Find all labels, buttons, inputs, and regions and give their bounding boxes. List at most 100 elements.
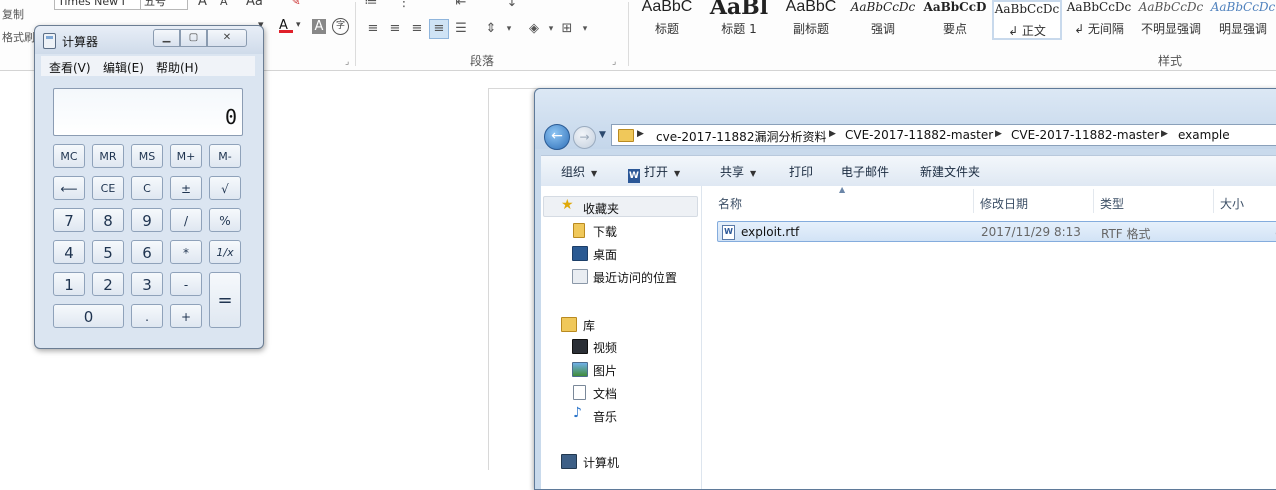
menu-edit[interactable]: 编辑(E) bbox=[103, 59, 144, 76]
breadcrumb-arrow-icon[interactable]: ▶ bbox=[1161, 129, 1168, 139]
close-button[interactable]: ✕ bbox=[207, 29, 247, 47]
percent-button[interactable]: % bbox=[209, 208, 241, 232]
nav-pictures[interactable]: 图片 bbox=[593, 362, 617, 379]
plus-minus-button[interactable]: ± bbox=[170, 176, 202, 200]
minimize-button[interactable]: ▁ bbox=[153, 29, 180, 47]
distributed-icon[interactable]: ☰ bbox=[452, 20, 470, 38]
address-bar[interactable]: ▶ cve-2017-11882漏洞分析资料 ▶ CVE-2017-11882-… bbox=[611, 124, 1276, 146]
ms-button[interactable]: MS bbox=[131, 144, 163, 168]
column-header-type[interactable]: 类型 bbox=[1100, 195, 1124, 212]
numbering-icon[interactable]: ⋮ bbox=[395, 0, 413, 12]
digit-0-button[interactable]: 0 bbox=[53, 304, 124, 328]
nav-libraries[interactable]: 库 bbox=[583, 317, 595, 334]
decrease-indent-icon[interactable]: ⇤ bbox=[452, 0, 470, 12]
breadcrumb-arrow-icon[interactable]: ▶ bbox=[829, 129, 836, 139]
divide-button[interactable]: / bbox=[170, 208, 202, 232]
sort-icon[interactable]: ↕ bbox=[503, 0, 521, 12]
ce-button[interactable]: CE bbox=[92, 176, 124, 200]
style-intense-emphasis[interactable]: AaBbCcDc 明显强调 bbox=[1208, 0, 1276, 40]
style-subtitle[interactable]: AaBbC 副标题 bbox=[776, 0, 846, 40]
history-dropdown-icon[interactable]: ▼ bbox=[599, 130, 606, 140]
bullets-icon[interactable]: ≔ bbox=[362, 0, 380, 12]
calculator-titlebar[interactable]: 计算器 ▁ ▢ ✕ bbox=[35, 26, 263, 54]
column-separator[interactable] bbox=[1213, 189, 1214, 213]
m-minus-button[interactable]: M- bbox=[209, 144, 241, 168]
shrink-font-icon[interactable]: A bbox=[220, 0, 228, 8]
column-header-modified[interactable]: 修改日期 bbox=[980, 195, 1028, 212]
char-shading-icon[interactable]: A bbox=[312, 19, 326, 34]
digit-7-button[interactable]: 7 bbox=[53, 208, 85, 232]
clear-format-icon[interactable]: ✎ bbox=[290, 0, 301, 9]
nav-videos[interactable]: 视频 bbox=[593, 339, 617, 356]
style-heading[interactable]: AaBbC 标题 bbox=[632, 0, 702, 40]
column-separator[interactable] bbox=[973, 189, 974, 213]
align-right-icon[interactable]: ≡ bbox=[408, 20, 426, 38]
digit-4-button[interactable]: 4 bbox=[53, 240, 85, 264]
line-spacing-icon[interactable]: ⇕ bbox=[482, 20, 500, 38]
paragraph-dialog-launcher-icon[interactable]: ⌟ bbox=[612, 57, 616, 67]
decimal-button[interactable]: . bbox=[131, 304, 163, 328]
digit-2-button[interactable]: 2 bbox=[92, 272, 124, 296]
breadcrumb-item[interactable]: example bbox=[1178, 128, 1230, 142]
subtract-button[interactable]: - bbox=[170, 272, 202, 296]
reciprocal-button[interactable]: 1/x bbox=[209, 240, 241, 264]
maximize-button[interactable]: ▢ bbox=[180, 29, 207, 47]
column-separator[interactable] bbox=[1093, 189, 1094, 213]
style-heading-1[interactable]: AaBl 标题 1 bbox=[704, 0, 774, 40]
column-header-name[interactable]: 名称 bbox=[718, 195, 742, 212]
forward-arrow-icon[interactable]: → bbox=[573, 126, 596, 149]
breadcrumb-arrow-icon[interactable]: ▶ bbox=[995, 129, 1002, 139]
breadcrumb-arrow-icon[interactable]: ▶ bbox=[637, 129, 644, 139]
equals-button[interactable]: = bbox=[209, 272, 241, 328]
borders-icon[interactable]: ⊞ bbox=[558, 20, 576, 38]
table-row[interactable]: W exploit.rtf 2017/11/29 8:13 RTF 格式 8 K bbox=[717, 221, 1276, 242]
enclose-char-icon[interactable]: 字 bbox=[332, 18, 349, 35]
font-size-box[interactable]: 五号 bbox=[140, 0, 188, 10]
borders-dropdown-icon[interactable]: ▾ bbox=[576, 20, 594, 38]
organize-button[interactable]: 组织 ▼ bbox=[561, 163, 597, 180]
font-color-dropdown-icon[interactable]: ▾ bbox=[296, 20, 301, 30]
menu-view[interactable]: 查看(V) bbox=[49, 59, 91, 76]
add-button[interactable]: + bbox=[170, 304, 202, 328]
digit-8-button[interactable]: 8 bbox=[92, 208, 124, 232]
nav-documents[interactable]: 文档 bbox=[593, 385, 617, 402]
open-button[interactable]: W 打开 ▼ bbox=[628, 163, 680, 183]
line-spacing-dropdown-icon[interactable]: ▾ bbox=[500, 20, 518, 38]
mr-button[interactable]: MR bbox=[92, 144, 124, 168]
multiply-button[interactable]: * bbox=[170, 240, 202, 264]
back-arrow-icon[interactable]: ← bbox=[544, 124, 570, 150]
align-center-icon[interactable]: ≡ bbox=[386, 20, 404, 38]
style-strong[interactable]: AaBbCcD 要点 bbox=[920, 0, 990, 40]
shading-icon[interactable]: ◈ bbox=[525, 20, 543, 38]
style-normal[interactable]: AaBbCcDc ↲ 正文 bbox=[992, 0, 1062, 40]
print-button[interactable]: 打印 bbox=[789, 163, 813, 180]
align-left-icon[interactable]: ≡ bbox=[364, 20, 382, 38]
c-button[interactable]: C bbox=[131, 176, 163, 200]
mc-button[interactable]: MC bbox=[53, 144, 85, 168]
nav-favorites[interactable]: 收藏夹 bbox=[583, 200, 619, 217]
email-button[interactable]: 电子邮件 bbox=[841, 163, 889, 180]
new-folder-button[interactable]: 新建文件夹 bbox=[920, 163, 980, 180]
share-button[interactable]: 共享 ▼ bbox=[720, 163, 756, 180]
breadcrumb-item[interactable]: cve-2017-11882漏洞分析资料 bbox=[656, 128, 826, 145]
font-color-icon[interactable]: A bbox=[279, 18, 293, 33]
digit-1-button[interactable]: 1 bbox=[53, 272, 85, 296]
change-case-icon[interactable]: Aa bbox=[246, 0, 263, 9]
nav-recent-places[interactable]: 最近访问的位置 bbox=[593, 269, 677, 286]
grow-font-icon[interactable]: A bbox=[198, 0, 207, 9]
digit-6-button[interactable]: 6 bbox=[131, 240, 163, 264]
m-plus-button[interactable]: M+ bbox=[170, 144, 202, 168]
nav-downloads[interactable]: 下载 bbox=[593, 223, 617, 240]
menu-help[interactable]: 帮助(H) bbox=[156, 59, 198, 76]
format-painter-button[interactable]: 格式刷 bbox=[2, 29, 35, 45]
justify-icon[interactable]: ≡ bbox=[429, 19, 449, 39]
backspace-button[interactable]: ⟵ bbox=[53, 176, 85, 200]
copy-button[interactable]: 复制 bbox=[2, 6, 24, 22]
breadcrumb-item[interactable]: CVE-2017-11882-master bbox=[845, 128, 993, 142]
style-subtle-emphasis[interactable]: AaBbCcDc 不明显强调 bbox=[1136, 0, 1206, 40]
breadcrumb-item[interactable]: CVE-2017-11882-master bbox=[1011, 128, 1159, 142]
font-name-box[interactable]: Times New I bbox=[54, 0, 142, 10]
digit-9-button[interactable]: 9 bbox=[131, 208, 163, 232]
style-emphasis[interactable]: AaBbCcDc 强调 bbox=[848, 0, 918, 40]
digit-5-button[interactable]: 5 bbox=[92, 240, 124, 264]
